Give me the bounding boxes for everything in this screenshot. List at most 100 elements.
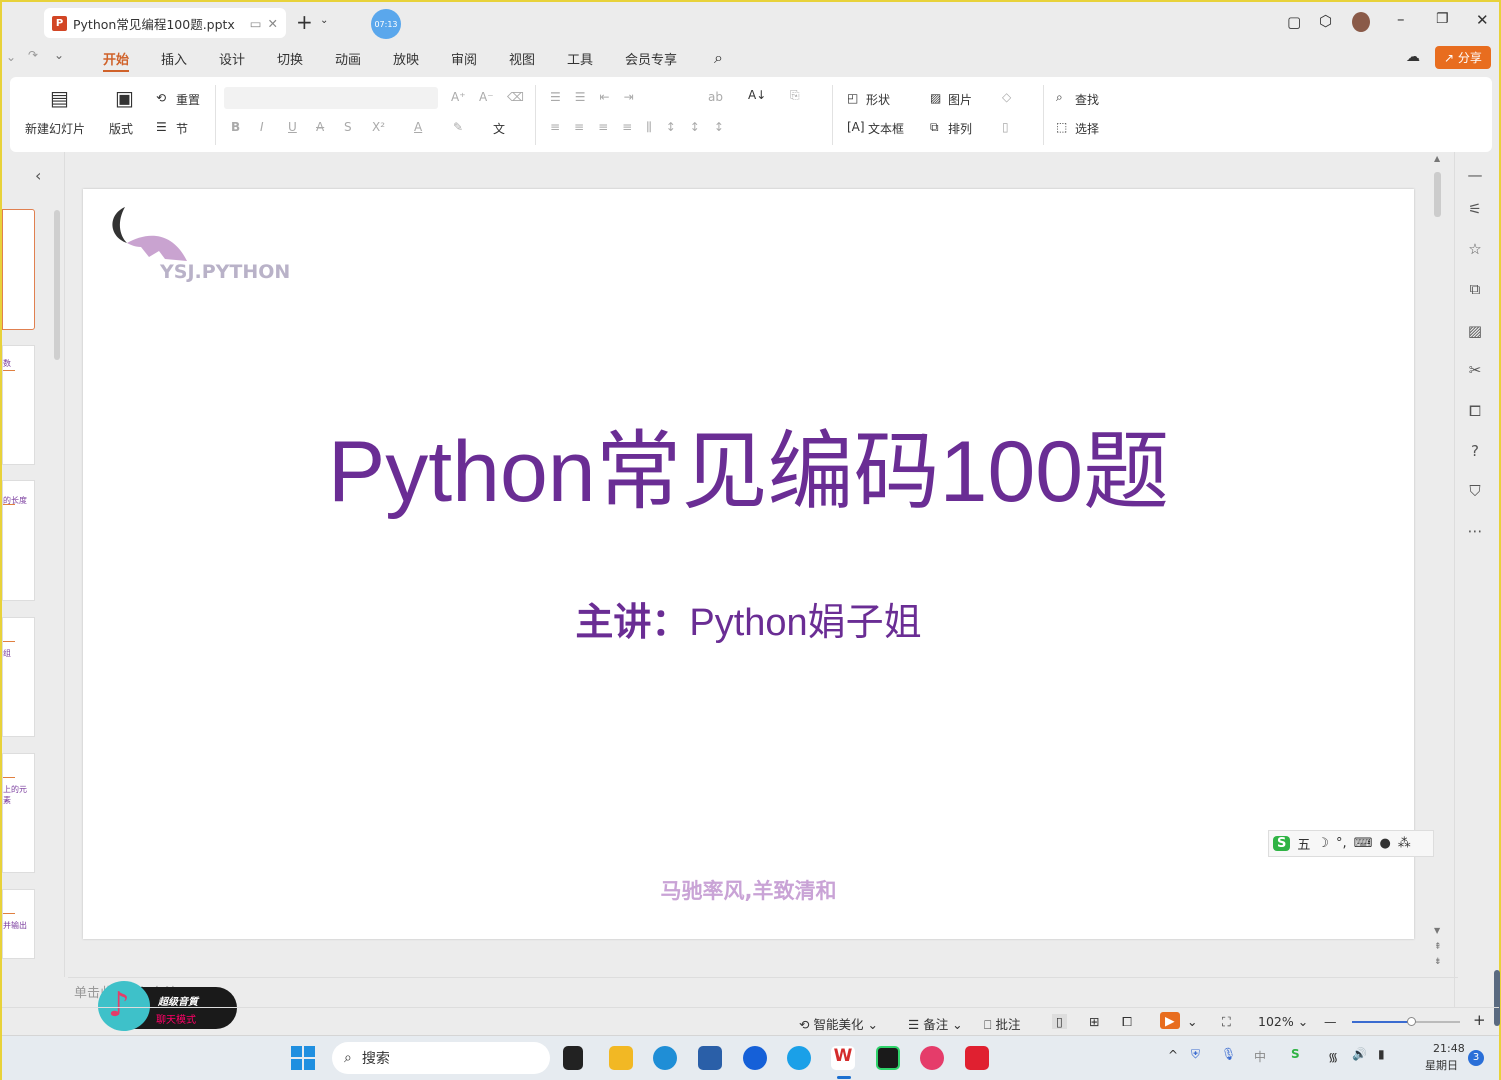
edge-icon[interactable] — [653, 1046, 677, 1070]
clock-time[interactable]: 21:48 — [1433, 1042, 1465, 1055]
play-slideshow-button[interactable]: ▶ — [1160, 1012, 1180, 1029]
browser-icon[interactable] — [787, 1046, 811, 1070]
menu-member[interactable]: 会员专享 — [625, 49, 677, 68]
zoom-slider[interactable] — [1352, 1017, 1460, 1026]
menu-review[interactable]: 审阅 — [451, 49, 477, 68]
shape-button[interactable]: 形状 — [866, 91, 890, 108]
keyboard-icon[interactable]: ⌨ — [1354, 836, 1373, 851]
scroll-down-icon[interactable]: ▼ — [1434, 926, 1440, 935]
book-icon[interactable]: ⧠ — [1464, 402, 1486, 420]
chevron-down-icon[interactable]: ⌄ — [320, 15, 328, 26]
terminal-icon[interactable] — [563, 1046, 583, 1070]
properties-icon[interactable]: ⚟ — [1464, 200, 1486, 218]
notes-area[interactable]: 单击此处添加备注 — [68, 977, 1458, 1007]
search-icon[interactable]: ⌕ — [714, 48, 723, 68]
monitor-icon[interactable]: ▭ — [250, 16, 262, 31]
fit-window-icon[interactable]: ⛶ — [1222, 1014, 1231, 1030]
tray-expand-icon[interactable]: ^ — [1168, 1048, 1178, 1062]
new-slide-button[interactable]: 新建幻灯片 — [25, 120, 85, 137]
new-slide-icon[interactable]: ▤ — [50, 86, 69, 110]
scroll-up-icon[interactable]: ▲ — [1434, 154, 1440, 163]
phonetic-icon[interactable]: 文 — [493, 120, 505, 137]
new-tab-button[interactable]: + — [296, 10, 313, 34]
slide-thumbnail-6[interactable]: 并输出 — [2, 889, 35, 959]
next-slide-icon[interactable]: ⇟ — [1434, 957, 1442, 967]
layout-button[interactable]: 版式 — [109, 120, 133, 137]
slide-sorter-icon[interactable]: ⊞ — [1089, 1014, 1099, 1029]
file-explorer-icon[interactable] — [609, 1046, 633, 1070]
bold-button[interactable]: B — [231, 120, 240, 134]
slide-thumbnail-5[interactable]: 上的元素 — [2, 753, 35, 873]
pycharm-icon[interactable] — [876, 1046, 900, 1070]
cloud-icon[interactable]: ☁ — [1406, 49, 1420, 65]
cube-icon[interactable]: ⬡ — [1319, 12, 1332, 30]
undo-icon[interactable]: ⌄ — [6, 50, 16, 64]
zoom-level[interactable]: 102% ⌄ — [1258, 1014, 1308, 1029]
italic-button[interactable]: I — [260, 120, 264, 134]
window-layout-icon[interactable]: ▢ — [1287, 13, 1301, 31]
star-icon[interactable]: ☆ — [1464, 240, 1486, 258]
minimize-button[interactable]: – — [1397, 10, 1405, 28]
text-direction-icon[interactable]: ab — [708, 90, 723, 104]
text-align-icon[interactable]: A↓ — [748, 88, 766, 102]
document-tab[interactable]: P Python常见编程100题.pptx ▭ ✕ — [44, 8, 286, 38]
ime-toolbar[interactable]: S 五 ☽ °, ⌨ ● ⁂ — [1268, 830, 1434, 857]
grid-icon[interactable]: ⁂ — [1398, 836, 1411, 851]
moon-icon[interactable]: ☽ — [1317, 836, 1329, 851]
recorder-icon[interactable] — [965, 1046, 989, 1070]
close-tab-icon[interactable]: ✕ — [268, 16, 278, 31]
help-icon[interactable]: ? — [1464, 442, 1486, 460]
zoom-out-button[interactable]: — — [1324, 1014, 1337, 1029]
reading-view-icon[interactable]: ⧠ — [1122, 1014, 1132, 1030]
beautify-button[interactable]: ⟲ 智能美化 ⌄ — [799, 1014, 878, 1033]
windows-start-icon[interactable] — [291, 1046, 315, 1070]
music-app-icon[interactable] — [920, 1046, 944, 1070]
strikethrough-icon[interactable]: A — [316, 120, 324, 134]
volume-icon[interactable]: 🔊 — [1352, 1047, 1367, 1061]
paragraph-list-icons[interactable]: ☰☰⇤⇥ — [550, 90, 648, 104]
convert-icon[interactable]: ⎘ — [790, 88, 800, 103]
share-button[interactable]: ↗ 分享 — [1435, 46, 1491, 69]
decrease-font-icon[interactable]: A⁻ — [479, 90, 494, 104]
shadow-icon[interactable]: S — [344, 120, 352, 134]
punctuation-icon[interactable]: °, — [1336, 836, 1347, 851]
layout-icon[interactable]: ▣ — [115, 86, 134, 110]
avatar[interactable] — [1352, 12, 1370, 32]
tray-ime[interactable]: 中 — [1254, 1048, 1266, 1065]
clear-format-icon[interactable]: ⌫ — [507, 90, 524, 104]
menu-home[interactable]: 开始 — [103, 49, 130, 72]
textbox-button[interactable]: 文本框 — [868, 120, 904, 137]
wifi-icon[interactable]: ᯾ — [1328, 1048, 1338, 1065]
alignment-icons[interactable]: ≡≡≡≡⫼↕↕↕ — [550, 120, 738, 135]
collapse-panel-icon[interactable]: ‹ — [35, 166, 41, 185]
zoom-in-button[interactable]: + — [1473, 1011, 1486, 1029]
find-button[interactable]: 查找 — [1075, 91, 1099, 108]
prev-slide-icon[interactable]: ⇞ — [1434, 942, 1442, 952]
slide-canvas[interactable]: YSJ.PYTHON Python常见编码100题 主讲：Python娟子姐 马… — [83, 189, 1414, 939]
play-options-chevron-icon[interactable]: ⌄ — [1187, 1014, 1197, 1029]
vertical-scrollbar[interactable] — [1434, 172, 1441, 217]
slide-thumbnail-3[interactable]: 的长度 — [2, 480, 35, 601]
font-color-button[interactable]: A — [414, 120, 422, 134]
microphone-icon[interactable]: 🎙 — [1221, 1047, 1236, 1061]
slide-thumbnail-4[interactable]: 组 — [2, 617, 35, 737]
battery-icon[interactable]: ▮ — [1378, 1047, 1385, 1061]
slide-subtitle[interactable]: 主讲：Python娟子姐 — [83, 591, 1414, 646]
reset-button[interactable]: 重置 — [176, 91, 200, 108]
copy-icon[interactable]: ⧉ — [1464, 280, 1486, 298]
slide-thumbnail-2[interactable]: 数 — [2, 345, 35, 465]
superscript-button[interactable]: X² — [372, 120, 385, 134]
font-name-select[interactable] — [224, 87, 438, 109]
menu-tools[interactable]: 工具 — [567, 49, 593, 68]
wps-icon[interactable]: W — [831, 1046, 855, 1070]
arrange-button[interactable]: 排列 — [948, 120, 972, 137]
notification-badge[interactable]: 3 — [1468, 1050, 1484, 1066]
image-edit-icon[interactable]: ▨ — [1464, 322, 1486, 340]
menu-view[interactable]: 视图 — [509, 49, 535, 68]
more-icon[interactable]: ⋯ — [1464, 522, 1486, 540]
select-button[interactable]: 选择 — [1075, 120, 1099, 137]
fill-icon[interactable]: ◇ — [1002, 90, 1011, 104]
restore-button[interactable]: ❐ — [1436, 11, 1449, 27]
shirt-icon[interactable]: ⛉ — [1464, 482, 1486, 500]
ime-mode[interactable]: 五 — [1297, 834, 1310, 853]
